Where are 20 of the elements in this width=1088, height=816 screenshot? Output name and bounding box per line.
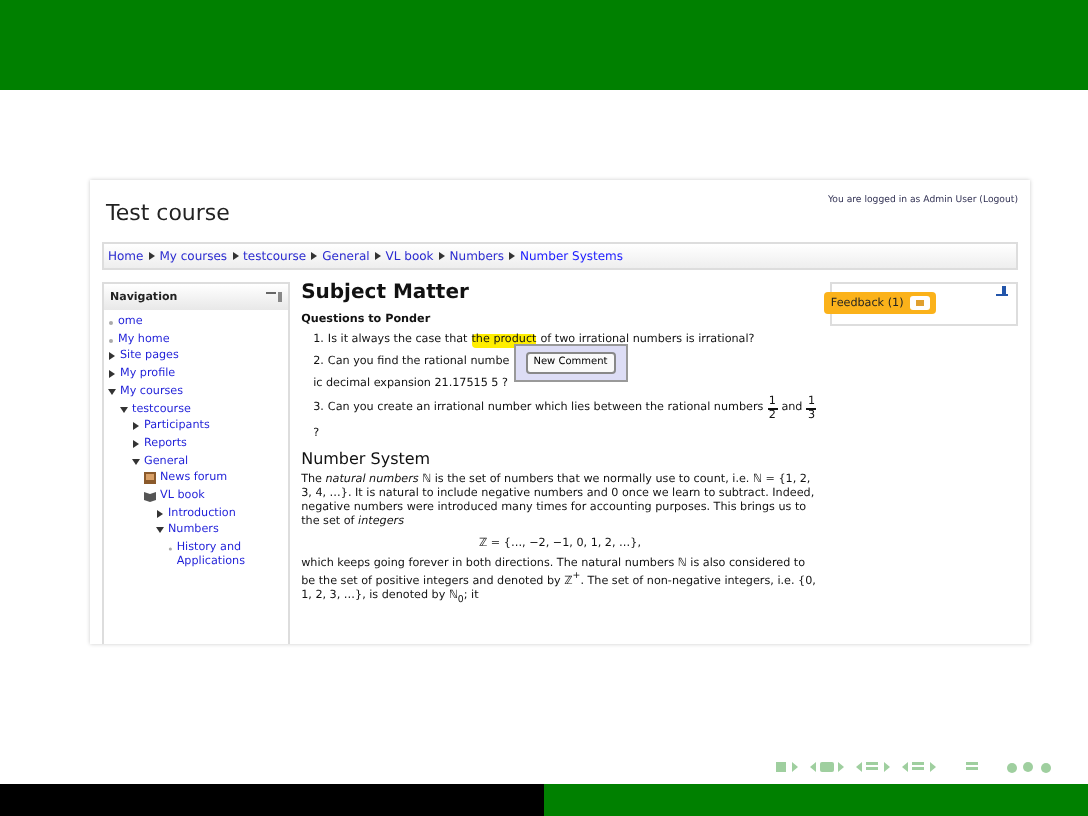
bullet-icon bbox=[108, 337, 114, 344]
page-heading: Subject Matter bbox=[301, 282, 471, 307]
dock-icon[interactable] bbox=[995, 286, 1008, 296]
dock-icon[interactable] bbox=[265, 292, 282, 302]
course-title: Test course bbox=[106, 200, 230, 226]
separator-triangle-icon bbox=[508, 252, 517, 260]
section-heading: Number System bbox=[301, 449, 433, 470]
separator-triangle-icon bbox=[310, 252, 319, 260]
forum-icon bbox=[144, 472, 156, 485]
book-icon bbox=[144, 490, 156, 503]
expanded-triangle-icon[interactable] bbox=[132, 457, 140, 466]
expanded-triangle-icon[interactable] bbox=[156, 526, 164, 535]
separator-triangle-icon bbox=[437, 252, 446, 260]
bullet-icon bbox=[108, 320, 114, 326]
separator-triangle-icon bbox=[373, 252, 382, 260]
collapsed-triangle-icon[interactable] bbox=[156, 509, 164, 518]
separator-triangle-icon bbox=[147, 252, 156, 260]
bullet-icon bbox=[168, 546, 173, 553]
separator-triangle-icon bbox=[231, 252, 240, 260]
box-icon bbox=[909, 296, 930, 310]
